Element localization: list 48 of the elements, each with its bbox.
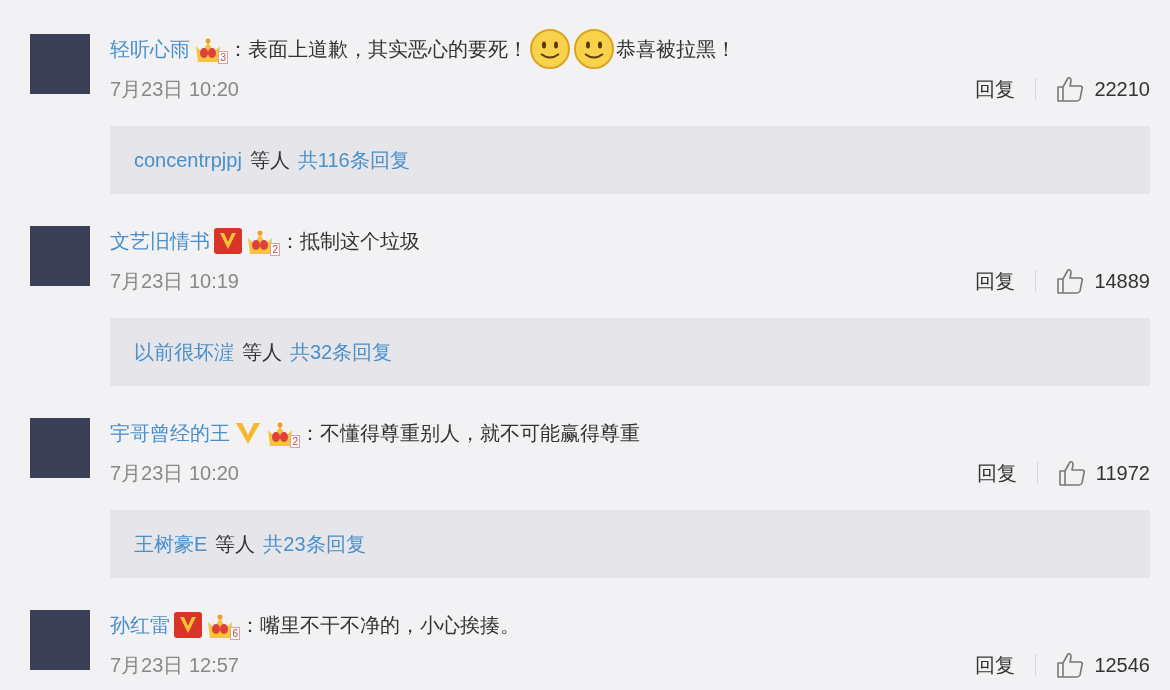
crown-icon [206, 614, 234, 640]
timestamp: 7月23日 10:20 [110, 77, 239, 102]
level-number: 2 [270, 243, 280, 256]
timestamp: 7月23日 10:20 [110, 461, 239, 486]
level-number: 2 [290, 435, 300, 448]
replier-name[interactable]: concentrpjpj [134, 145, 242, 175]
user-name[interactable]: 孙红雷 [110, 610, 170, 640]
others-label: 等人 [249, 148, 290, 173]
reply-button[interactable]: 回复 [975, 266, 1016, 296]
avatar-placeholder[interactable] [30, 226, 90, 286]
reply-button[interactable]: 回复 [975, 650, 1016, 680]
thumbs-up-icon [1056, 652, 1085, 678]
like-button[interactable]: 14889 [1056, 266, 1150, 296]
replier-name[interactable]: 以前很坏漄 [134, 337, 234, 367]
level-number: 6 [230, 627, 240, 640]
replier-name[interactable]: 王树豪E [134, 529, 208, 559]
smiley-icon [529, 28, 571, 70]
avatar-placeholder[interactable] [30, 34, 90, 94]
like-button[interactable]: 11972 [1057, 458, 1150, 488]
reply-button[interactable]: 回复 [975, 74, 1016, 104]
comment-text: ：嘴里不干不净的，小心挨揍。 [240, 613, 520, 638]
thumbs-up-icon [1056, 76, 1085, 102]
comment-text: ：不懂得尊重别人，就不可能赢得尊重 [300, 421, 640, 446]
view-replies-link[interactable]: 共23条回复 [263, 529, 366, 559]
level-number: 3 [218, 51, 228, 64]
view-replies-link[interactable]: 共32条回复 [290, 337, 393, 367]
thumbs-up-icon [1057, 460, 1086, 486]
comment-text: 恭喜被拉黑！ [616, 37, 736, 62]
others-label: 等人 [215, 532, 256, 557]
timestamp: 7月23日 10:19 [110, 269, 239, 294]
comment-text: ：抵制这个垃圾 [280, 229, 420, 254]
timestamp: 7月23日 12:57 [110, 653, 239, 678]
others-label: 等人 [242, 340, 282, 365]
comment-text: ：表面上道歉，其实恶心的要死！ [228, 37, 528, 62]
thumbs-up-icon [1056, 268, 1085, 294]
crown-icon [266, 422, 294, 448]
reply-button[interactable]: 回复 [976, 458, 1017, 488]
user-name[interactable]: 文艺旧情书 [110, 226, 210, 256]
crown-icon [246, 230, 274, 256]
view-replies-link[interactable]: 共116条回复 [297, 145, 410, 175]
like-button[interactable]: 12546 [1056, 650, 1150, 680]
smiley-icon [573, 28, 615, 70]
avatar-placeholder[interactable] [30, 610, 90, 670]
user-name[interactable]: 宇哥曾经的王 [110, 418, 230, 448]
user-name[interactable]: 轻听心雨 [110, 34, 190, 64]
avatar-placeholder[interactable] [30, 418, 90, 478]
like-button[interactable]: 22210 [1056, 74, 1150, 104]
crown-icon [194, 38, 222, 64]
